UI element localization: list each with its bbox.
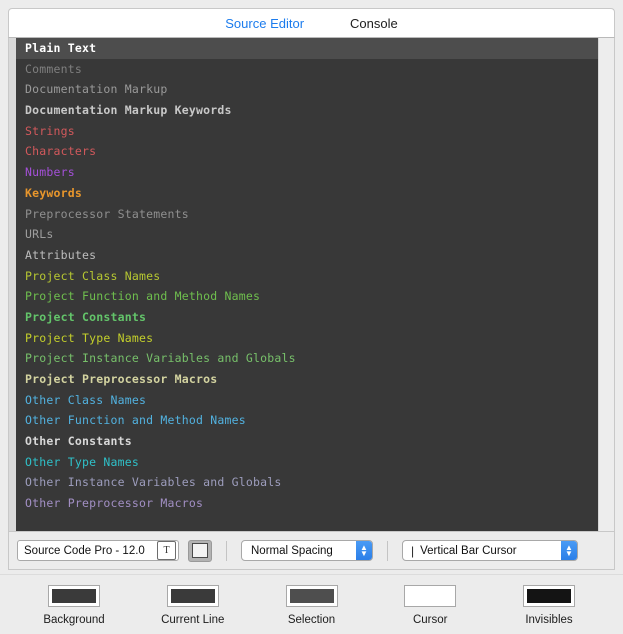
font-field[interactable]: Source Code Pro - 12.0 T [17, 540, 179, 561]
swatch-current-line[interactable]: Current Line [145, 585, 241, 626]
swatch-fill [408, 589, 453, 603]
swatch-label: Cursor [412, 614, 448, 626]
token-row[interactable]: Attributes [16, 245, 598, 266]
token-row[interactable]: Numbers [16, 162, 598, 183]
swatch-label: Invisibles [525, 614, 573, 626]
swatch-chip[interactable] [523, 585, 575, 607]
line-spacing-stepper-icon[interactable]: ▲ ▼ [356, 541, 372, 560]
swatch-cursor[interactable]: Cursor [382, 585, 478, 626]
preferences-window: Source Editor Console Plain Text Comments… [0, 0, 623, 634]
token-row[interactable]: Project Preprocessor Macros [16, 369, 598, 390]
swatch-background[interactable]: Background [26, 585, 122, 626]
swatch-invisibles[interactable]: Invisibles [501, 585, 597, 626]
token-row[interactable]: Other Instance Variables and Globals [16, 472, 598, 493]
editor-controls-bar: Source Code Pro - 12.0 T Normal Spacing … [8, 532, 615, 570]
font-value: Source Code Pro - 12.0 [24, 544, 145, 557]
list-left-gutter [9, 38, 16, 531]
swatch-fill [170, 589, 215, 603]
token-row[interactable]: Other Constants [16, 431, 598, 452]
token-row[interactable]: Comments [16, 59, 598, 80]
token-row[interactable]: Project Class Names [16, 266, 598, 287]
cursor-style-value: Vertical Bar Cursor [420, 544, 517, 557]
swatch-label: Background [43, 614, 105, 626]
token-row[interactable]: Project Type Names [16, 328, 598, 349]
token-row[interactable]: Documentation Markup Keywords [16, 100, 598, 121]
cursor-style-select[interactable]: | Vertical Bar Cursor ▲ ▼ [402, 540, 578, 561]
token-row[interactable]: Other Type Names [16, 452, 598, 473]
tab-source-editor[interactable]: Source Editor [221, 14, 308, 33]
token-row[interactable]: Other Preprocessor Macros [16, 493, 598, 514]
cursor-style-stepper-icon[interactable]: ▲ ▼ [561, 541, 577, 560]
cursor-glyph-icon: | [411, 543, 415, 558]
token-row[interactable]: Strings [16, 121, 598, 142]
token-row[interactable]: Preprocessor Statements [16, 204, 598, 225]
divider-2 [387, 540, 388, 561]
token-row[interactable]: Project Constants [16, 307, 598, 328]
color-swatch-row: Background Current Line Selection Cursor Inv… [0, 574, 623, 634]
line-spacing-select[interactable]: Normal Spacing ▲ ▼ [241, 540, 373, 561]
swatch-chip[interactable] [285, 585, 338, 607]
token-row[interactable]: URLs [16, 224, 598, 245]
swatch-label: Current Line [161, 614, 225, 626]
token-row[interactable]: Other Class Names [16, 390, 598, 411]
swatch-fill [52, 589, 96, 603]
token-row[interactable]: Documentation Markup [16, 79, 598, 100]
token-row[interactable]: Other Function and Method Names [16, 410, 598, 431]
token-list[interactable]: Plain Text Comments Documentation Markup Do… [16, 38, 598, 531]
swatch-chip[interactable] [48, 585, 100, 607]
tab-console[interactable]: Console [346, 14, 402, 33]
swatch-chip[interactable] [166, 585, 219, 607]
divider-1 [226, 540, 227, 561]
token-row[interactable]: Keywords [16, 183, 598, 204]
swatch-chip[interactable] [404, 585, 457, 607]
swatch-fill [289, 589, 334, 603]
swatch-fill [527, 589, 571, 603]
swatch-label: Selection [287, 614, 336, 626]
swatch-selection[interactable]: Selection [264, 585, 360, 626]
token-row[interactable]: Plain Text [16, 38, 598, 59]
text-color-well-button[interactable] [188, 539, 212, 562]
token-row[interactable]: Characters [16, 141, 598, 162]
tab-bar: Source Editor Console [8, 8, 615, 37]
syntax-color-list: Plain Text Comments Documentation Markup Do… [8, 37, 615, 532]
font-picker-icon[interactable]: T [157, 541, 176, 560]
color-well-swatch [192, 543, 208, 558]
token-row[interactable]: Project Instance Variables and Globals [16, 348, 598, 369]
line-spacing-value: Normal Spacing [251, 544, 333, 557]
token-row[interactable]: Project Function and Method Names [16, 286, 598, 307]
list-scrollbar[interactable] [598, 38, 614, 531]
